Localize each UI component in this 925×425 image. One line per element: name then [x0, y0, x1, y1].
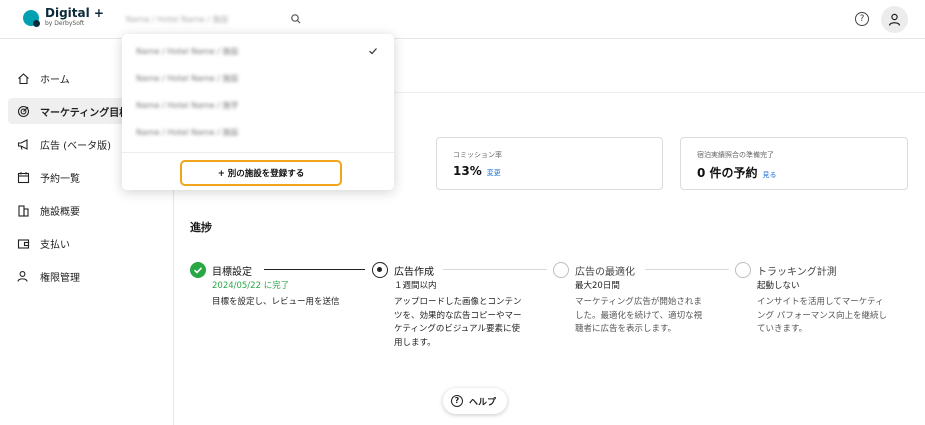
- user-settings-icon: [17, 270, 28, 282]
- megaphone-icon: [17, 138, 28, 150]
- step-description: アップロードした画像とコンテン ツを、効果的な広告コピーやマー ケティングのビジ…: [394, 297, 522, 348]
- step-pending-icon: [553, 262, 569, 278]
- card-value: 0 件の予約 見る: [697, 166, 777, 180]
- help-icon[interactable]: ?: [855, 12, 869, 26]
- check-icon: [369, 48, 377, 55]
- calendar-icon: [17, 171, 30, 183]
- property-selector[interactable]: Name / Hotel Name / 施設: [118, 8, 308, 30]
- step-title: 広告の最適化: [575, 267, 635, 278]
- sidebar-item-label: マーケティング目標: [40, 107, 130, 119]
- check-icon: [193, 267, 203, 274]
- property-dropdown: Name / Hotel Name / 施設 Name / Hotel Name…: [122, 34, 394, 190]
- step-description: インサイトを活用してマーケティ ング パフォーマンス向上を継続し ていきます。: [757, 297, 888, 334]
- sidebar-item-label: 支払い: [40, 239, 70, 251]
- change-link[interactable]: 変更: [487, 169, 501, 177]
- step-title: 目標設定: [212, 267, 252, 278]
- view-link[interactable]: 見る: [763, 171, 777, 179]
- step-title: 広告作成: [394, 267, 434, 278]
- sidebar-item-label: 広告 (ベータ版): [40, 140, 111, 152]
- logo-icon: [23, 9, 40, 27]
- step-status: 最大20日間: [575, 281, 620, 291]
- progress-title: 進捗: [190, 221, 212, 234]
- user-menu-button[interactable]: [881, 6, 908, 33]
- step-pending-icon: [735, 262, 751, 278]
- building-icon: [18, 204, 29, 217]
- reconciliation-card: 宿泊実績照合の準備完了 0 件の予約 見る: [680, 137, 908, 190]
- property-option[interactable]: Name / Hotel Name / 施設: [122, 119, 394, 145]
- help-button[interactable]: ? ヘルプ: [443, 388, 508, 414]
- sidebar-item-label: 権限管理: [40, 272, 80, 284]
- step-status: １週間以内: [394, 281, 437, 291]
- step-connector: [645, 269, 729, 270]
- step-status: 2024/05/22 に完了: [212, 281, 290, 291]
- help-icon: ?: [451, 395, 463, 407]
- app-subtitle: by DerbySoft: [45, 20, 85, 27]
- card-label: コミッション率: [453, 151, 502, 159]
- search-icon[interactable]: [290, 13, 302, 25]
- sidebar-item-permissions[interactable]: 権限管理: [8, 263, 174, 289]
- step-description: 目標を設定し、レビュー用を送信: [212, 297, 340, 307]
- wallet-icon: [17, 238, 30, 249]
- step-status: 起動しない: [757, 281, 800, 291]
- app-logo[interactable]: Digital + by DerbySoft: [23, 7, 104, 28]
- sidebar-item-label: 施設概要: [40, 206, 80, 218]
- card-label: 宿泊実績照合の準備完了: [697, 151, 774, 159]
- register-property-button[interactable]: + 別の施設を登録する: [180, 160, 342, 186]
- commission-card: コミッション率 13% 変更: [436, 137, 663, 190]
- home-icon: [18, 72, 29, 84]
- help-label: ヘルプ: [469, 397, 497, 408]
- sidebar-item-label: 予約一覧: [40, 173, 80, 185]
- sidebar-item-payments[interactable]: 支払い: [8, 230, 174, 256]
- sidebar-item-label: ホーム: [40, 74, 70, 86]
- property-option[interactable]: Name / Hotel Name / 施設: [122, 65, 394, 91]
- property-option[interactable]: Name / Hotel Name / 施字: [122, 92, 394, 118]
- step-connector: [264, 269, 365, 270]
- property-name: Name / Hotel Name / 施設: [126, 14, 229, 24]
- step-done-icon: [190, 262, 206, 278]
- property-option[interactable]: Name / Hotel Name / 施設: [122, 38, 394, 64]
- target-icon: [17, 105, 30, 117]
- user-icon: [888, 13, 901, 26]
- card-value: 13% 変更: [453, 164, 501, 178]
- step-description: マーケティング広告が開始されま した。最適化を続けて、適切な視 聴者に広告を表示…: [575, 297, 703, 334]
- dropdown-divider: [122, 152, 394, 153]
- step-title: トラッキング計測: [757, 267, 837, 278]
- sidebar-item-property-overview[interactable]: 施設概要: [8, 197, 174, 223]
- step-connector: [443, 269, 547, 270]
- app-title: Digital +: [45, 6, 104, 20]
- step-current-icon: [372, 262, 388, 278]
